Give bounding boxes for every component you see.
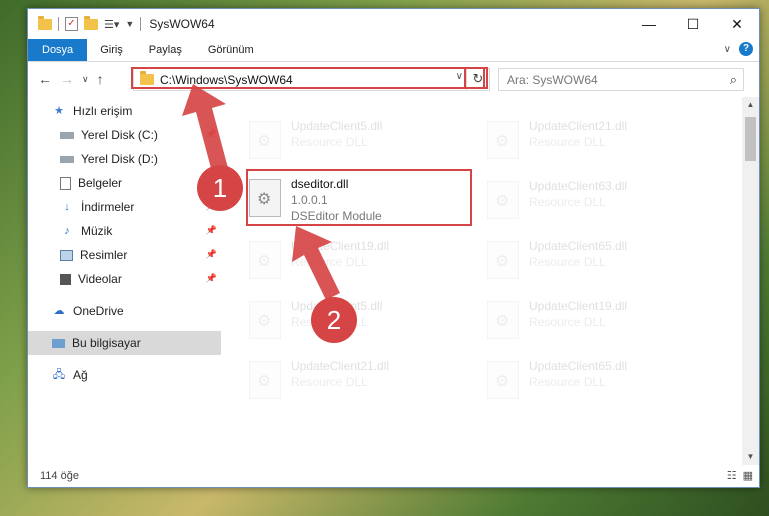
arrow-2 bbox=[292, 226, 340, 300]
step-badge-1: 1 bbox=[197, 165, 243, 211]
arrow-1 bbox=[182, 84, 228, 172]
step-badge-2: 2 bbox=[311, 297, 357, 343]
annotation-arrows bbox=[182, 84, 340, 300]
